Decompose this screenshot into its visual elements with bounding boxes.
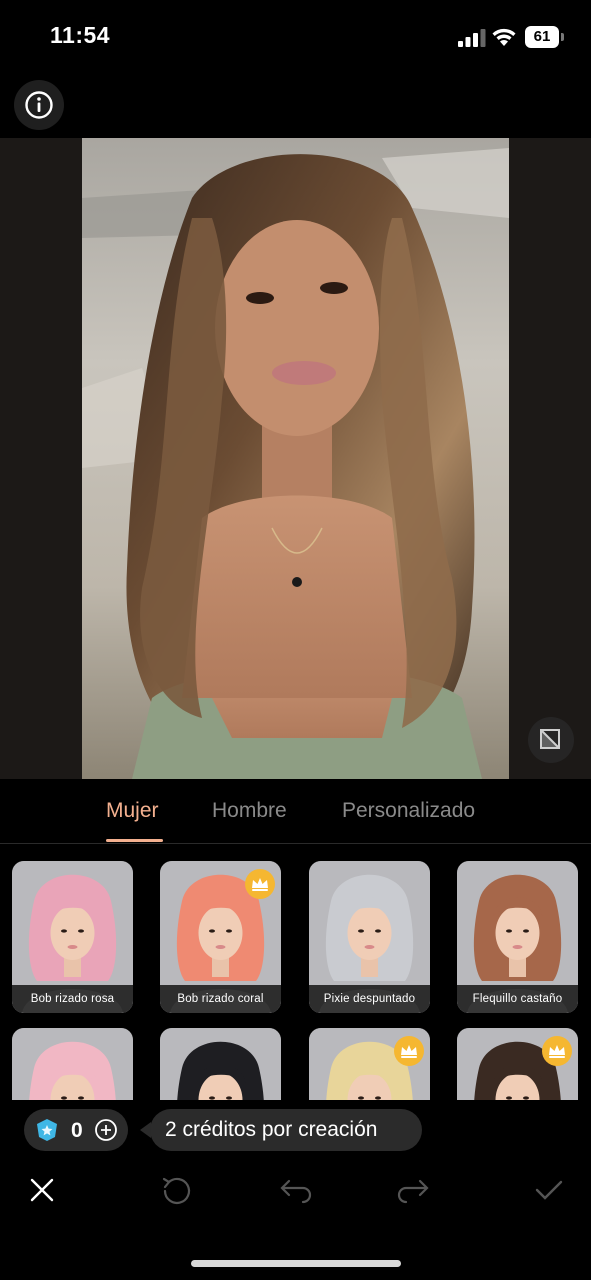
premium-crown-badge [394,1036,424,1066]
status-time: 11:54 [50,22,111,48]
undo-button[interactable] [275,1170,315,1210]
photo-canvas [0,138,591,779]
cellular-signal-icon [458,29,486,47]
hairstyle-preview [12,1028,133,1100]
hairstyle-label: Flequillo castaño [457,985,578,1013]
info-icon [25,91,53,119]
redo-icon [397,1179,429,1204]
portrait-photo [82,138,509,779]
tab-hombre[interactable]: Hombre [212,799,287,823]
reset-button[interactable] [157,1170,197,1210]
close-button[interactable] [22,1170,62,1210]
category-tabs: Mujer Hombre Personalizado [0,779,591,844]
premium-crown-badge [245,869,275,899]
active-tab-indicator [106,839,163,842]
bottom-toolbar [0,1160,591,1220]
credits-tooltip: 2 créditos por creación [150,1109,422,1151]
credits-pill[interactable]: 0 [24,1109,128,1151]
add-credits-icon[interactable] [94,1118,118,1142]
crown-icon [549,1045,565,1058]
hairstyle-card[interactable]: Flequillo castaño [457,861,578,1013]
tab-mujer[interactable]: Mujer [106,799,159,823]
confirm-button[interactable] [529,1170,569,1210]
info-button[interactable] [14,80,64,130]
hairstyle-label: Pixie despuntado [309,985,430,1013]
battery-level: 61 [525,26,559,48]
hairstyle-card[interactable] [160,1028,281,1100]
status-bar: 11:54 61 [0,0,591,78]
hairstyle-label: Bob rizado rosa [12,985,133,1013]
crown-icon [252,878,268,891]
credit-gem-icon [37,1119,57,1141]
hairstyle-card[interactable]: Bob rizado rosa [12,861,133,1013]
home-indicator [191,1260,401,1267]
hairstyle-grid: Bob rizado rosa Bob rizado coral Pixie des… [0,844,591,1100]
confirm-icon [535,1180,563,1200]
compare-icon [540,729,560,749]
hairstyle-card[interactable] [309,1028,430,1100]
hairstyle-card[interactable] [457,1028,578,1100]
crown-icon [401,1045,417,1058]
credits-count: 0 [71,1119,83,1142]
compare-button[interactable] [528,717,574,763]
battery-nub [561,33,564,41]
hairstyle-label: Bob rizado coral [160,985,281,1013]
hairstyle-card[interactable]: Pixie despuntado [309,861,430,1013]
premium-crown-badge [542,1036,572,1066]
tab-personalizado[interactable]: Personalizado [342,799,475,823]
redo-button[interactable] [394,1170,434,1210]
reset-icon [162,1177,191,1204]
close-icon [30,1178,54,1202]
undo-icon [280,1179,312,1204]
hairstyle-card[interactable] [12,1028,133,1100]
hairstyle-card[interactable]: Bob rizado coral [160,861,281,1013]
wifi-icon [492,28,516,46]
hairstyle-preview [160,1028,281,1100]
